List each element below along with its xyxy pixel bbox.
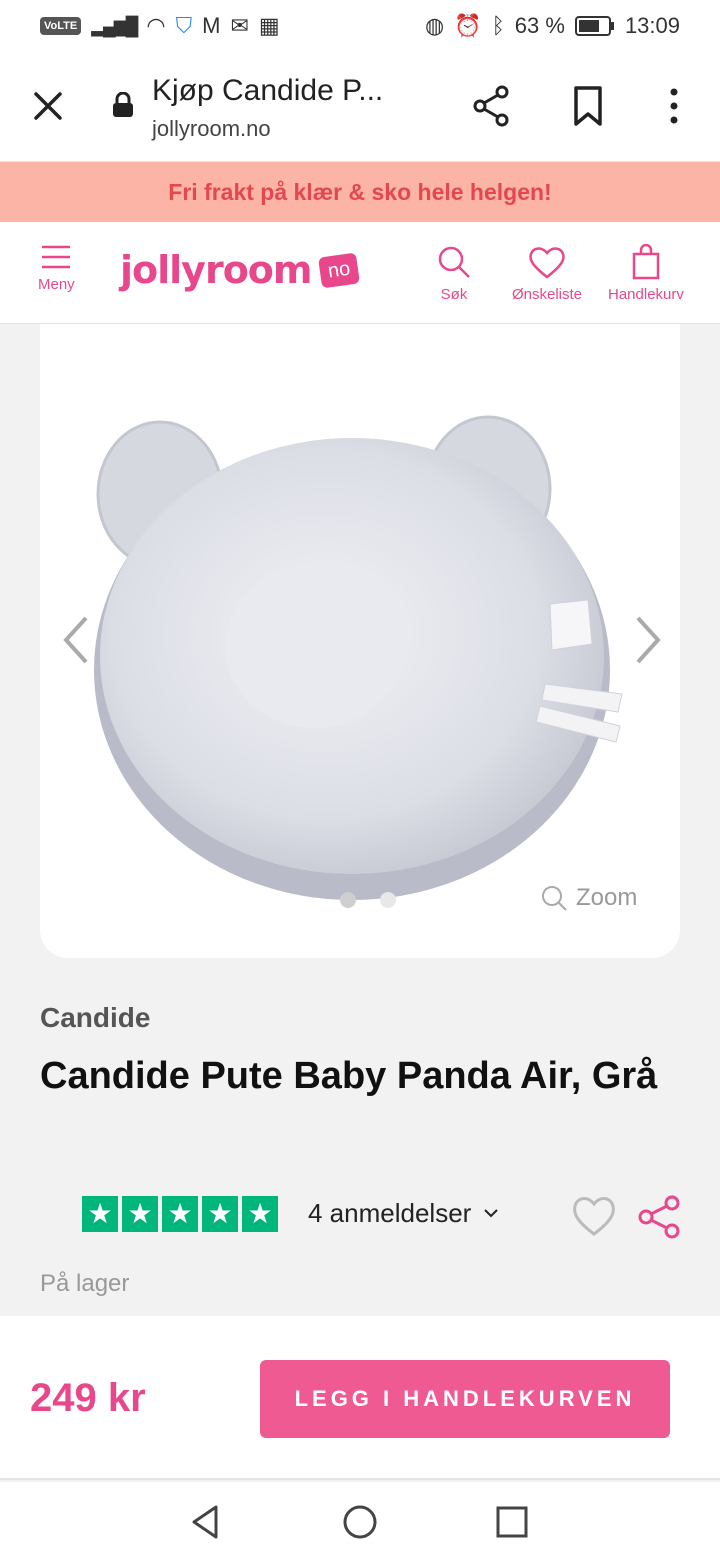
chevron-down-icon <box>484 1208 499 1217</box>
wishlist-label: Ønskeliste <box>512 286 583 303</box>
trustpilot-stars[interactable]: ★ ★ ★ ★ ★ <box>82 1196 278 1232</box>
next-image-icon[interactable] <box>626 612 666 668</box>
zoom-icon <box>542 886 567 911</box>
stock-status: På lager <box>40 1270 130 1297</box>
product-gallery[interactable]: Zoom <box>40 324 680 958</box>
reviews-toggle[interactable]: 4 anmeldelser <box>308 1198 499 1229</box>
signal-icon: ▂▄▆█ <box>91 15 138 36</box>
menu-label: Meny <box>38 276 75 293</box>
cart-nav-button[interactable]: Handlekurv <box>608 244 684 303</box>
shield-icon: ⛉ <box>175 13 193 38</box>
add-to-cart-button[interactable]: LEGG I HANDLEKURVEN <box>260 1360 670 1438</box>
logo-text: jollyroom <box>120 248 313 292</box>
status-right: ◍ ⏰ ᛒ 63 % 13:09 <box>425 13 680 39</box>
page-title[interactable]: Kjøp Candide P... <box>152 74 383 108</box>
recents-icon[interactable] <box>492 1502 532 1542</box>
status-bar: VoLTE ▂▄▆█ ◠ ⛉ M ✉ ▦ ◍ ⏰ ᛒ 63 % 13:09 <box>0 0 720 52</box>
calendar-icon: ▦ <box>258 13 280 38</box>
jollyroom-logo[interactable]: jollyroom no <box>120 248 360 292</box>
logo-badge: no <box>317 251 360 289</box>
alarm-icon: ⏰ <box>454 13 482 38</box>
android-nav-bar <box>0 1482 720 1560</box>
clock: 13:09 <box>624 13 680 38</box>
share-icon[interactable] <box>470 84 514 128</box>
site-header: Meny jollyroom no Søk Ønskeliste Handlek… <box>0 222 720 324</box>
search-button[interactable]: Søk <box>436 244 472 303</box>
lock-icon <box>113 92 133 117</box>
gallery-dot-1[interactable] <box>340 892 356 908</box>
wishlist-nav-button[interactable]: Ønskeliste <box>512 244 582 303</box>
status-left: VoLTE ▂▄▆█ ◠ ⛉ M ✉ ▦ <box>40 13 280 39</box>
more-menu-icon[interactable] <box>660 84 688 128</box>
envelope-icon: ✉ <box>230 13 249 38</box>
nfc-icon: ◍ <box>424 13 445 38</box>
bookmark-icon[interactable] <box>570 84 606 128</box>
star-icon: ★ <box>202 1196 238 1232</box>
bluetooth-icon: ᛒ <box>491 13 505 38</box>
home-icon[interactable] <box>340 1502 380 1542</box>
product-title: Candide Pute Baby Panda Air, Grå <box>40 1055 658 1097</box>
gallery-dot-2[interactable] <box>380 892 396 908</box>
gallery-dots <box>340 892 396 908</box>
star-icon: ★ <box>242 1196 278 1232</box>
add-to-wishlist-icon[interactable] <box>570 1192 618 1238</box>
star-icon: ★ <box>162 1196 198 1232</box>
heart-icon <box>529 247 565 279</box>
product-image[interactable] <box>40 324 680 958</box>
promo-banner[interactable]: Fri frakt på klær & sko hele helgen! <box>0 162 720 222</box>
product-price: 249 kr <box>30 1376 146 1420</box>
prev-image-icon[interactable] <box>58 612 98 668</box>
search-icon <box>438 246 470 278</box>
volte-indicator: VoLTE <box>40 17 82 35</box>
hamburger-icon <box>42 245 71 269</box>
page-domain[interactable]: jollyroom.no <box>152 116 271 142</box>
share-product-icon[interactable] <box>636 1194 682 1240</box>
close-tab-button[interactable] <box>28 86 68 126</box>
zoom-label: Zoom <box>576 884 638 911</box>
search-label: Søk <box>440 286 468 303</box>
buy-bar: 249 kr LEGG I HANDLEKURVEN <box>0 1316 720 1480</box>
zoom-button[interactable]: Zoom <box>540 884 637 912</box>
product-brand[interactable]: Candide <box>40 1002 150 1034</box>
battery-percent: 63 % <box>514 13 565 38</box>
battery-icon <box>574 16 614 36</box>
star-icon: ★ <box>122 1196 158 1232</box>
close-icon <box>34 92 62 120</box>
back-icon[interactable] <box>186 1502 226 1542</box>
browser-toolbar: Kjøp Candide P... jollyroom.no <box>0 52 720 162</box>
reviews-label: 4 anmeldelser <box>308 1198 472 1228</box>
mail-icon: M <box>202 13 221 38</box>
cart-label: Handlekurv <box>608 286 684 303</box>
menu-button[interactable]: Meny <box>38 244 75 293</box>
wifi-icon: ◠ <box>146 13 166 38</box>
star-icon: ★ <box>82 1196 118 1232</box>
bag-icon <box>632 244 660 280</box>
